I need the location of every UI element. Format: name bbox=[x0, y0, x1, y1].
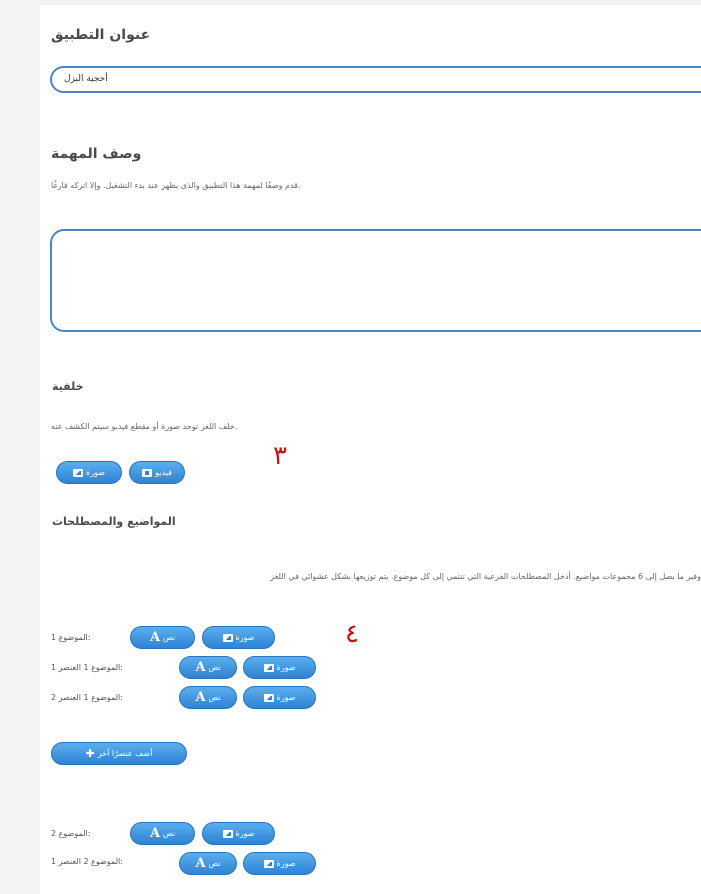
topic-row-label: :الموضوع 1 bbox=[51, 633, 91, 642]
text-button-label: نص bbox=[208, 693, 221, 702]
add-item-button[interactable]: أضف عنصرًا آخر ✚ bbox=[51, 742, 187, 765]
image-icon bbox=[222, 633, 233, 642]
image-icon bbox=[263, 693, 274, 702]
image-button-label: صورة bbox=[276, 663, 296, 672]
text-button-label: نص bbox=[163, 633, 176, 642]
topic-row-label: :الموضوع 1 العنصر 1 bbox=[51, 663, 123, 672]
form-panel: عنوان التطبيق أحجية البزل وصف المهمة .قد… bbox=[40, 5, 701, 894]
image-button-label: صورة bbox=[235, 633, 255, 642]
task-description-hint: .قدم وصفًا لمهمة هذا التطبيق والذى يظهر … bbox=[51, 181, 301, 190]
text-button-label: نص bbox=[163, 829, 176, 838]
film-icon bbox=[142, 468, 153, 477]
topic-row-label: :الموضوع 2 العنصر 1 bbox=[51, 857, 123, 866]
topics-label: المواضيع والمصطلحات bbox=[52, 515, 176, 528]
background-video-button-label: فيديو bbox=[155, 468, 172, 477]
annotation-marker-4: ٤ bbox=[345, 619, 359, 649]
image-icon bbox=[263, 859, 274, 868]
text-button[interactable]: نص A bbox=[179, 852, 237, 875]
annotation-marker-3: ٣ bbox=[273, 441, 287, 471]
image-button-label: صورة bbox=[276, 859, 296, 868]
image-icon bbox=[263, 663, 274, 672]
image-button[interactable]: صورة bbox=[202, 626, 275, 649]
image-button[interactable]: صورة bbox=[202, 822, 275, 845]
text-a-icon: A bbox=[195, 690, 206, 705]
task-description-textarea[interactable] bbox=[50, 229, 701, 332]
text-a-icon: A bbox=[149, 630, 161, 645]
image-button-label: صورة bbox=[235, 829, 255, 838]
topic-row-label: :الموضوع 1 العنصر 2 bbox=[51, 693, 123, 702]
app-title-label: عنوان التطبيق bbox=[51, 27, 151, 43]
add-item-button-label: أضف عنصرًا آخر bbox=[97, 749, 153, 758]
text-a-icon: A bbox=[195, 660, 206, 675]
topics-hint: وفير ما يصل إلى 6 مجموعات مواضيع. أدخل ا… bbox=[270, 572, 701, 581]
image-icon bbox=[222, 829, 233, 838]
image-button-label: صورة bbox=[276, 693, 296, 702]
text-a-icon: A bbox=[195, 856, 206, 871]
image-button[interactable]: صورة bbox=[243, 852, 316, 875]
text-button[interactable]: نص A bbox=[179, 656, 237, 679]
text-button-label: نص bbox=[208, 663, 221, 672]
background-image-button-label: صورة bbox=[86, 468, 105, 477]
image-button[interactable]: صورة bbox=[243, 656, 316, 679]
topic-row-label: :الموضوع 2 bbox=[51, 829, 91, 838]
plus-icon: ✚ bbox=[85, 747, 95, 760]
text-button[interactable]: نص A bbox=[179, 686, 237, 709]
text-button[interactable]: نص A bbox=[130, 626, 195, 649]
background-image-button[interactable]: صورة bbox=[56, 461, 122, 484]
image-icon bbox=[73, 468, 84, 477]
image-button[interactable]: صورة bbox=[243, 686, 316, 709]
background-video-button[interactable]: فيديو bbox=[129, 461, 185, 484]
text-a-icon: A bbox=[149, 826, 161, 841]
text-button[interactable]: نص A bbox=[130, 822, 195, 845]
task-description-label: وصف المهمة bbox=[51, 146, 142, 162]
app-title-input[interactable]: أحجية البزل bbox=[50, 66, 701, 93]
background-hint: .خلف اللغز توجد صورة أو مقطع فيديو سيتم … bbox=[51, 422, 238, 431]
background-label: خلفية bbox=[52, 380, 84, 393]
text-button-label: نص bbox=[208, 859, 221, 868]
